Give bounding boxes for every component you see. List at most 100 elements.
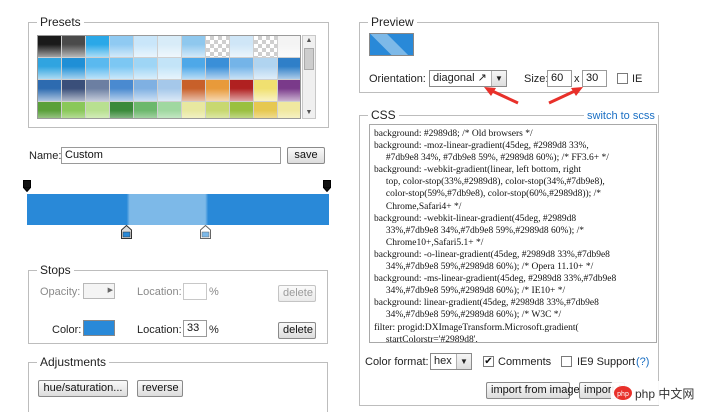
preset-swatch[interactable] xyxy=(278,80,300,102)
svg-text:php: php xyxy=(617,391,629,398)
preset-swatch[interactable] xyxy=(230,58,254,80)
ie-label: IE xyxy=(632,73,643,85)
color-stop-marker-selected[interactable] xyxy=(121,224,132,239)
opacity-picker[interactable]: ▶ xyxy=(83,283,115,299)
chevron-down-icon: ▼ xyxy=(491,71,506,86)
color-format-value: hex xyxy=(434,355,452,367)
preset-swatch[interactable] xyxy=(254,102,278,118)
preset-swatch[interactable] xyxy=(134,58,158,80)
gradient-bar[interactable] xyxy=(27,194,329,225)
name-label: Name: xyxy=(29,150,62,162)
preset-swatch[interactable] xyxy=(62,36,86,58)
color-location-input[interactable]: 33 xyxy=(183,320,207,337)
preset-swatch[interactable] xyxy=(278,58,300,80)
color-stop-selected-icon xyxy=(121,224,132,239)
watermark-logo: php php 中文网 xyxy=(611,381,695,405)
preset-swatch[interactable] xyxy=(86,58,110,80)
preset-swatch[interactable] xyxy=(254,58,278,80)
preset-swatch[interactable] xyxy=(134,102,158,118)
watermark-text: php 中文网 xyxy=(635,387,695,401)
color-percent-label: % xyxy=(209,324,219,336)
save-button[interactable]: save xyxy=(287,147,325,164)
preset-swatch[interactable] xyxy=(182,58,206,80)
preset-swatch[interactable] xyxy=(110,102,134,118)
stops-legend: Stops xyxy=(37,263,74,277)
preset-swatch[interactable] xyxy=(206,58,230,80)
preset-swatch[interactable] xyxy=(182,36,206,58)
color-format-select[interactable]: hex ▼ xyxy=(430,353,472,370)
size-label: Size: xyxy=(524,73,549,85)
preset-swatch-grid xyxy=(37,35,301,119)
preview-height-input[interactable]: 30 xyxy=(582,70,607,87)
stop-color-swatch[interactable] xyxy=(83,320,115,336)
preset-swatch[interactable] xyxy=(206,102,230,118)
php-logo-icon: php xyxy=(614,386,632,400)
preset-swatch[interactable] xyxy=(134,36,158,58)
preset-swatch[interactable] xyxy=(206,80,230,102)
delete-opacity-stop-button[interactable]: delete xyxy=(278,285,316,302)
scroll-up-icon[interactable]: ▲ xyxy=(303,36,315,46)
preset-swatch[interactable] xyxy=(278,36,300,58)
delete-color-stop-button[interactable]: delete xyxy=(278,322,316,339)
preset-swatch[interactable] xyxy=(278,102,300,118)
preset-swatch[interactable] xyxy=(38,102,62,118)
ie9-help-link[interactable]: (?) xyxy=(636,355,649,369)
preset-swatch[interactable] xyxy=(38,36,62,58)
preset-swatch[interactable] xyxy=(158,80,182,102)
preset-swatch[interactable] xyxy=(158,102,182,118)
preset-swatch[interactable] xyxy=(110,80,134,102)
preset-swatch[interactable] xyxy=(158,36,182,58)
chevron-down-icon: ▼ xyxy=(456,354,471,369)
size-x-label: x xyxy=(574,73,580,85)
import-from-image-button[interactable]: import from image xyxy=(486,382,580,399)
preset-swatch[interactable] xyxy=(230,80,254,102)
preset-swatch[interactable] xyxy=(110,36,134,58)
preset-swatch[interactable] xyxy=(38,58,62,80)
reverse-button[interactable]: reverse xyxy=(137,380,183,397)
hue-saturation-button[interactable]: hue/saturation... xyxy=(38,380,128,397)
preset-swatch[interactable] xyxy=(254,36,278,58)
css-legend: CSS xyxy=(368,108,399,122)
color-format-label: Color format: xyxy=(365,356,429,368)
preset-swatch[interactable] xyxy=(230,102,254,118)
switch-to-scss-link[interactable]: switch to scss xyxy=(584,109,658,123)
ie9-support-checkbox[interactable] xyxy=(561,356,572,367)
opacity-percent-label: % xyxy=(209,286,219,298)
preset-swatch[interactable] xyxy=(230,36,254,58)
opacity-stop-right[interactable] xyxy=(323,180,331,193)
name-input[interactable]: Custom xyxy=(61,147,281,164)
preset-swatch[interactable] xyxy=(62,80,86,102)
preset-swatch[interactable] xyxy=(110,58,134,80)
preset-swatch[interactable] xyxy=(86,80,110,102)
opacity-stop-left[interactable] xyxy=(23,180,31,193)
adjustments-legend: Adjustments xyxy=(37,355,110,369)
color-stop-icon xyxy=(200,224,211,239)
comments-checkbox[interactable]: ✔ xyxy=(483,356,494,367)
preset-swatch[interactable] xyxy=(62,102,86,118)
preset-scrollbar[interactable]: ▲ ▼ xyxy=(302,35,316,119)
color-stop-marker[interactable] xyxy=(200,224,211,239)
preset-swatch[interactable] xyxy=(86,36,110,58)
preset-swatch[interactable] xyxy=(182,80,206,102)
preset-swatch[interactable] xyxy=(134,80,158,102)
opacity-stop-marker-icon xyxy=(323,180,331,193)
orientation-select[interactable]: diagonal ↗ ▼ xyxy=(429,70,507,87)
preview-width-input[interactable]: 60 xyxy=(547,70,572,87)
annotation-arrow-icon xyxy=(484,87,519,105)
scroll-down-icon[interactable]: ▼ xyxy=(303,108,315,118)
preset-swatch[interactable] xyxy=(206,36,230,58)
preset-swatch[interactable] xyxy=(254,80,278,102)
preset-swatch[interactable] xyxy=(158,58,182,80)
preset-swatch[interactable] xyxy=(182,102,206,118)
css-output-code[interactable]: background: #2989d8; /* Old browsers */ … xyxy=(369,124,657,343)
scrollbar-thumb[interactable] xyxy=(304,48,314,70)
preset-swatch[interactable] xyxy=(62,58,86,80)
annotation-arrow-icon xyxy=(548,87,583,105)
opacity-dropdown-icon: ▶ xyxy=(107,287,113,294)
preset-swatch[interactable] xyxy=(38,80,62,102)
preset-swatch[interactable] xyxy=(86,102,110,118)
color-location-label: Location: xyxy=(137,324,182,336)
ie-checkbox[interactable] xyxy=(617,73,628,84)
opacity-stop-marker-icon xyxy=(23,180,31,193)
opacity-location-input[interactable] xyxy=(183,283,207,300)
